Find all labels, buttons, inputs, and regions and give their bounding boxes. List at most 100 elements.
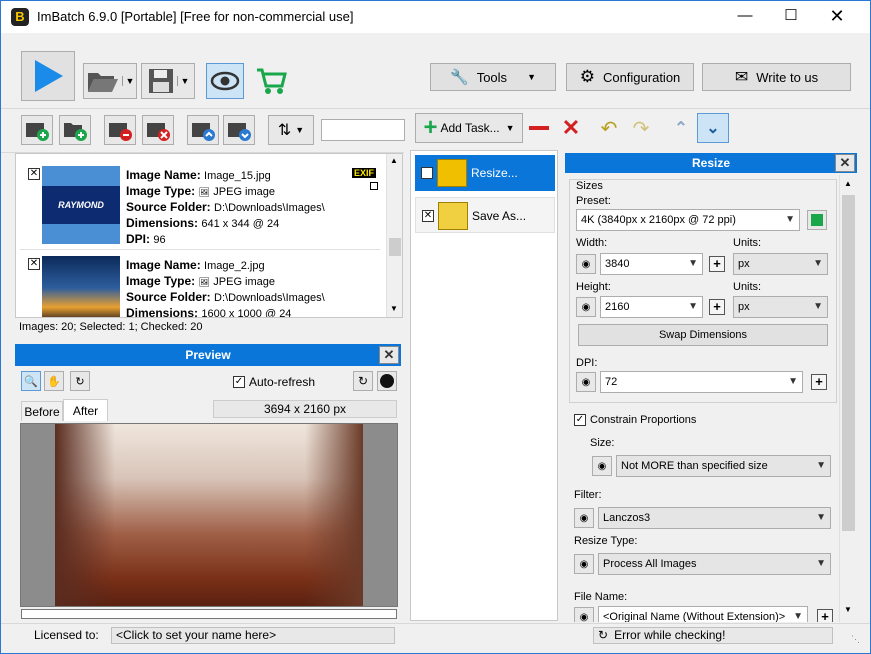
autorefresh-checkbox[interactable]: ✓ — [233, 376, 245, 388]
dpi-link-button[interactable]: ◉ — [576, 372, 596, 392]
zoom-button[interactable]: 🔍 — [21, 371, 41, 391]
height-value: 2160 — [605, 301, 630, 313]
save-preset-button[interactable] — [807, 210, 827, 230]
stop-preview-button[interactable] — [377, 371, 397, 391]
maximize-button[interactable]: ☐ — [768, 1, 814, 31]
height-input[interactable]: 2160 ▼ — [600, 296, 703, 318]
dpi-label: DPI: — [126, 232, 150, 246]
preview-toggle-button[interactable] — [206, 63, 244, 99]
preview-canvas[interactable] — [20, 423, 398, 607]
target-icon: ◉ — [581, 301, 591, 313]
task-checkbox[interactable]: ✕ — [422, 210, 434, 222]
clear-tasks-button[interactable]: ✕ — [555, 113, 587, 143]
swap-dimensions-button[interactable]: Swap Dimensions — [578, 324, 828, 346]
width-input[interactable]: 3840 ▼ — [600, 253, 703, 275]
cart-icon — [257, 68, 287, 94]
filename-input[interactable]: <Original Name (Without Extension)> ▼ — [598, 606, 808, 622]
height-link-button[interactable]: ◉ — [576, 297, 596, 317]
chevron-down-icon: ▼ — [816, 512, 826, 523]
constrain-checkbox[interactable]: ✓ — [574, 414, 586, 426]
tab-after[interactable]: After — [63, 399, 108, 421]
thumbnail — [42, 256, 120, 317]
width-plus-button[interactable]: + — [709, 256, 725, 272]
folder-value: D:\Downloads\Images\ — [214, 202, 325, 214]
filename-plus-button[interactable]: + — [817, 609, 833, 622]
close-window-button[interactable]: ✕ — [814, 1, 860, 31]
resize-properties: Sizes Preset: 4K (3840px x 2160px @ 72 p… — [565, 175, 857, 622]
write-to-us-button[interactable]: ✉ Write to us — [702, 63, 851, 91]
list-item[interactable]: ✕ Image Name: Image_2.jpg Image Type: 🖼 … — [20, 252, 380, 317]
expand-button[interactable]: ⌄ — [697, 113, 729, 143]
envelope-icon: ✉ — [734, 69, 749, 86]
licensed-name-field[interactable]: <Click to set your name here> — [111, 627, 395, 644]
update-status-field[interactable]: ↻ Error while checking! — [593, 627, 833, 644]
filter-input[interactable] — [321, 119, 405, 141]
minimize-button[interactable]: — — [722, 1, 768, 31]
undo-button[interactable]: ↶ — [593, 113, 625, 143]
run-button[interactable] — [21, 51, 75, 101]
close-resize-button[interactable]: ✕ — [835, 154, 855, 172]
chevron-down-icon: ▼ — [816, 558, 826, 569]
scroll-up-icon[interactable]: ▲ — [390, 156, 398, 165]
item-checkbox[interactable]: ✕ — [28, 258, 40, 270]
list-item[interactable]: ✕ RAYMOND Image Name: Image_15.jpg Image… — [20, 158, 380, 250]
width-link-button[interactable]: ◉ — [576, 254, 596, 274]
task-checkbox[interactable]: ✕ — [421, 167, 433, 179]
add-folder-button[interactable] — [59, 115, 91, 145]
preset-select[interactable]: 4K (3840px x 2160px @ 72 ppi) ▼ — [576, 209, 800, 231]
pan-button[interactable]: ✋ — [44, 371, 64, 391]
sort-icon: ⇅ — [277, 122, 292, 139]
collapse-button[interactable]: ⌃ — [665, 113, 697, 143]
scroll-up-icon[interactable]: ▲ — [844, 179, 852, 188]
filename-label: File Name: — [574, 591, 628, 603]
height-plus-button[interactable]: + — [709, 299, 725, 315]
task-item-save-as[interactable]: ✕ Save As... — [415, 197, 555, 233]
move-down-button[interactable] — [223, 115, 255, 145]
task-item-resize[interactable]: ✕ Resize... — [415, 155, 555, 191]
units2-select[interactable]: px ▼ — [733, 296, 828, 318]
dpi-plus-button[interactable]: + — [811, 374, 827, 390]
target-icon: ◉ — [579, 611, 589, 623]
chevron-down-icon: ▼ — [816, 460, 826, 471]
redo-button[interactable]: ↷ — [625, 113, 657, 143]
filename-link-button[interactable]: ◉ — [574, 607, 594, 622]
image-down-icon — [228, 123, 251, 141]
target-icon: ◉ — [581, 258, 591, 270]
remove-task-button[interactable] — [523, 113, 555, 143]
filter-value: Lanczos3 — [603, 512, 651, 524]
tab-before[interactable]: Before — [21, 401, 63, 421]
size-link-button[interactable]: ◉ — [592, 456, 612, 476]
units-select[interactable]: px ▼ — [733, 253, 828, 275]
size-select[interactable]: Not MORE than specified size ▼ — [616, 455, 831, 477]
rotate-button[interactable]: ↻ — [70, 371, 90, 391]
hand-icon: ✋ — [47, 375, 61, 388]
move-up-button[interactable] — [187, 115, 219, 145]
preset-label: Preset: — [576, 195, 611, 207]
dpi-input[interactable]: 72 ▼ — [600, 371, 803, 393]
remove-image-button[interactable] — [104, 115, 136, 145]
save-as-task-icon — [438, 202, 468, 230]
shop-button[interactable] — [251, 63, 291, 99]
filter-link-button[interactable]: ◉ — [574, 508, 594, 528]
resize-type-select[interactable]: Process All Images ▼ — [598, 553, 831, 575]
scroll-thumb[interactable] — [842, 195, 855, 531]
open-button[interactable]: ▼ — [83, 63, 137, 99]
scroll-down-icon[interactable]: ▼ — [390, 304, 398, 313]
item-checkbox[interactable]: ✕ — [28, 168, 40, 180]
scroll-down-icon[interactable]: ▼ — [844, 605, 852, 614]
filter-select[interactable]: Lanczos3 ▼ — [598, 507, 831, 529]
remove-all-button[interactable] — [142, 115, 174, 145]
scroll-thumb[interactable] — [389, 238, 401, 256]
tools-button[interactable]: 🔧 Tools ▼ — [430, 63, 556, 91]
resize-scrollbar[interactable]: ▲ ▼ — [839, 175, 856, 622]
close-preview-button[interactable]: ✕ — [379, 346, 399, 364]
refresh-preview-button[interactable]: ↻ — [353, 371, 373, 391]
sort-button[interactable]: ⇅ ▼ — [268, 115, 314, 145]
save-button[interactable]: ▼ — [141, 63, 195, 99]
add-task-button[interactable]: + Add Task... ▼ — [415, 113, 523, 143]
add-image-button[interactable] — [21, 115, 53, 145]
resize-type-link-button[interactable]: ◉ — [574, 554, 594, 574]
image-list-scrollbar[interactable]: ▲ ▼ — [386, 154, 402, 317]
configuration-button[interactable]: ⚙ Configuration — [566, 63, 694, 91]
add-folder-icon — [64, 123, 87, 141]
